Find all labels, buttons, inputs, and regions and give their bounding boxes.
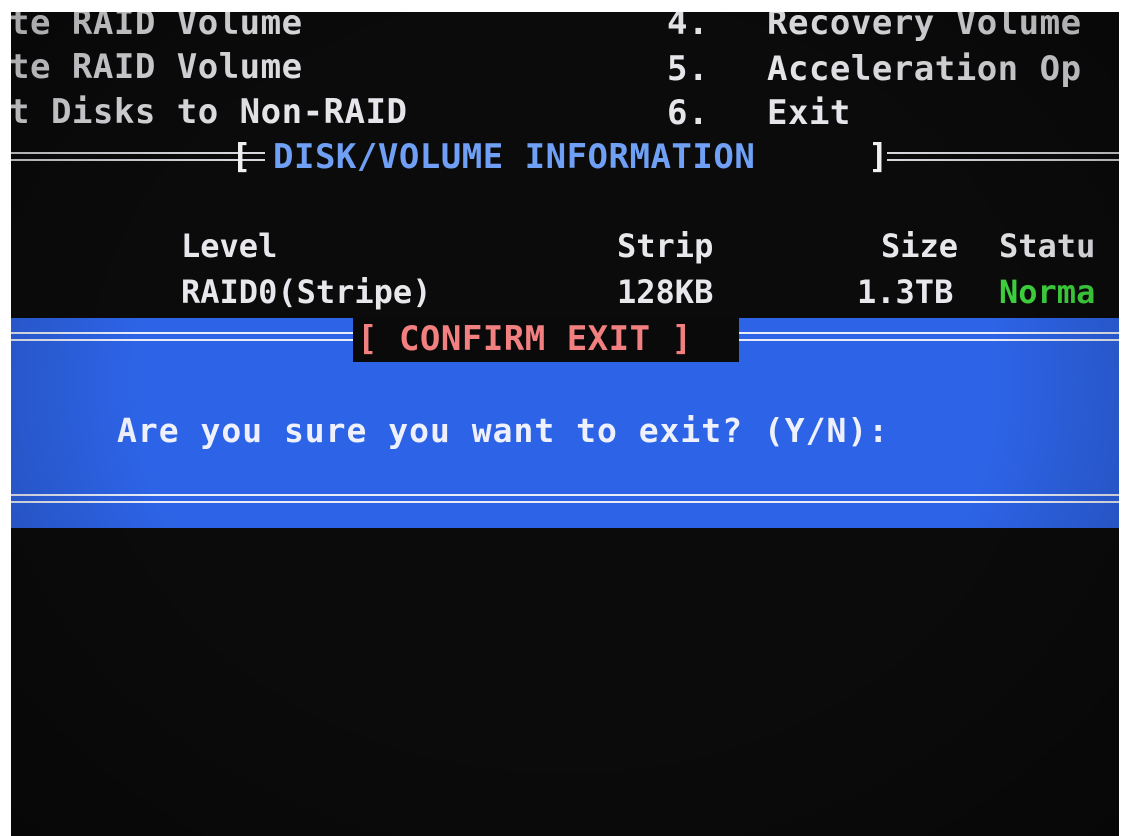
exit-confirm-prompt[interactable]: Are you sure you want to exit? (Y/N):: [117, 414, 889, 447]
menu-item-6-number: 6.: [667, 93, 709, 133]
menu-item-4-number: 4.: [667, 12, 709, 43]
dialog-bottom-border: [11, 494, 1119, 503]
bios-screen: te RAID Volume te RAID Volume t Disks to…: [11, 12, 1119, 836]
volume-strip-value: 128KB: [617, 273, 714, 311]
column-header-strip: Strip: [617, 227, 714, 265]
dialog-title: [ CONFIRM EXIT ]: [357, 319, 693, 359]
dialog-title-box: [ CONFIRM EXIT ]: [353, 318, 739, 362]
menu-item-acceleration-options[interactable]: Acceleration Op: [767, 52, 1082, 86]
menu-item-delete-volume[interactable]: te RAID Volume: [11, 50, 303, 84]
menu-item-create-volume[interactable]: te RAID Volume: [11, 12, 303, 40]
section-bracket-close: ]: [868, 137, 889, 177]
volume-level-value: RAID0(Stripe): [181, 273, 432, 311]
menu-item-recovery-volume[interactable]: Recovery Volume: [767, 12, 1082, 40]
volume-size-value: 1.3TB: [857, 273, 954, 311]
volume-status-value: Norma: [999, 273, 1096, 311]
section-title: DISK/VOLUME INFORMATION: [273, 137, 756, 177]
column-header-size: Size: [881, 227, 959, 265]
confirm-exit-dialog: [ CONFIRM EXIT ] Are you sure you want t…: [11, 318, 1119, 528]
column-header-status: Statu: [999, 227, 1096, 265]
column-header-level: Level: [181, 227, 278, 265]
menu-item-5-number: 5.: [667, 49, 709, 89]
section-divider-right: [887, 152, 1119, 161]
menu-item-exit[interactable]: Exit: [767, 96, 851, 130]
menu-item-reset-disks[interactable]: t Disks to Non-RAID: [11, 95, 407, 129]
section-divider-left: [11, 152, 265, 161]
section-bracket-open: [: [231, 137, 252, 177]
